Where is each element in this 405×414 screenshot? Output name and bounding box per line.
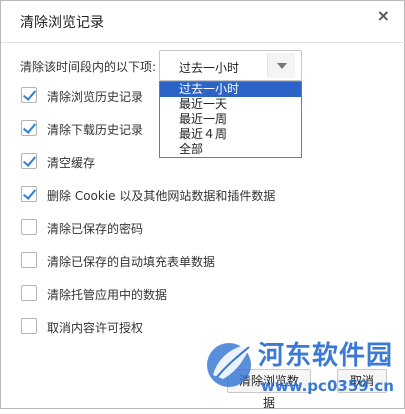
dropdown-option[interactable]: 过去一小时 <box>160 82 301 97</box>
close-icon[interactable]: × <box>377 6 390 25</box>
option-label: 清除下载历史记录 <box>47 123 144 137</box>
time-range-label: 清除该时间段内的以下项: <box>20 60 157 74</box>
option-label: 清除浏览历史记录 <box>47 90 144 104</box>
option-label: 清空缓存 <box>47 156 96 170</box>
watermark-url: www.pc0359.cn <box>261 377 394 395</box>
option-label: 删除 Cookie 以及其他网站数据和插件数据 <box>47 189 276 203</box>
dropdown-option[interactable]: 全部 <box>160 142 301 157</box>
dropdown-option[interactable]: 最近一天 <box>160 97 301 112</box>
checkbox[interactable] <box>21 186 37 202</box>
time-range-value: 过去一小时 <box>179 61 240 75</box>
checkbox[interactable] <box>21 285 37 301</box>
chevron-down-icon[interactable] <box>267 53 295 78</box>
checkbox[interactable] <box>21 87 37 103</box>
watermark-title: 河东软件园 <box>258 341 394 371</box>
leaf-logo-icon <box>207 343 253 387</box>
option-label: 清除已保存的密码 <box>47 222 144 236</box>
checkbox[interactable] <box>21 153 37 169</box>
checkbox[interactable] <box>21 252 37 268</box>
time-range-dropdown: 过去一小时 最近一天 最近一周 最近４周 全部 <box>159 81 302 158</box>
checkbox[interactable] <box>21 318 37 334</box>
clear-browsing-data-dialog: 清除浏览记录 × 清除该时间段内的以下项: 过去一小时 清除浏览历史记录 清除下… <box>0 0 405 410</box>
dropdown-option[interactable]: 最近４周 <box>160 127 301 142</box>
checkbox[interactable] <box>21 120 37 136</box>
title-divider <box>1 42 405 43</box>
option-label: 取消内容许可授权 <box>47 321 144 335</box>
dialog-title: 清除浏览记录 <box>20 15 104 31</box>
time-range-select[interactable]: 过去一小时 <box>159 50 302 81</box>
option-label: 清除托管应用中的数据 <box>47 288 168 302</box>
dropdown-option[interactable]: 最近一周 <box>160 112 301 127</box>
watermark: 河东软件园 www.pc0359.cn <box>201 327 405 410</box>
option-label: 清除已保存的自动填充表单数据 <box>47 255 216 269</box>
checkbox[interactable] <box>21 219 37 235</box>
